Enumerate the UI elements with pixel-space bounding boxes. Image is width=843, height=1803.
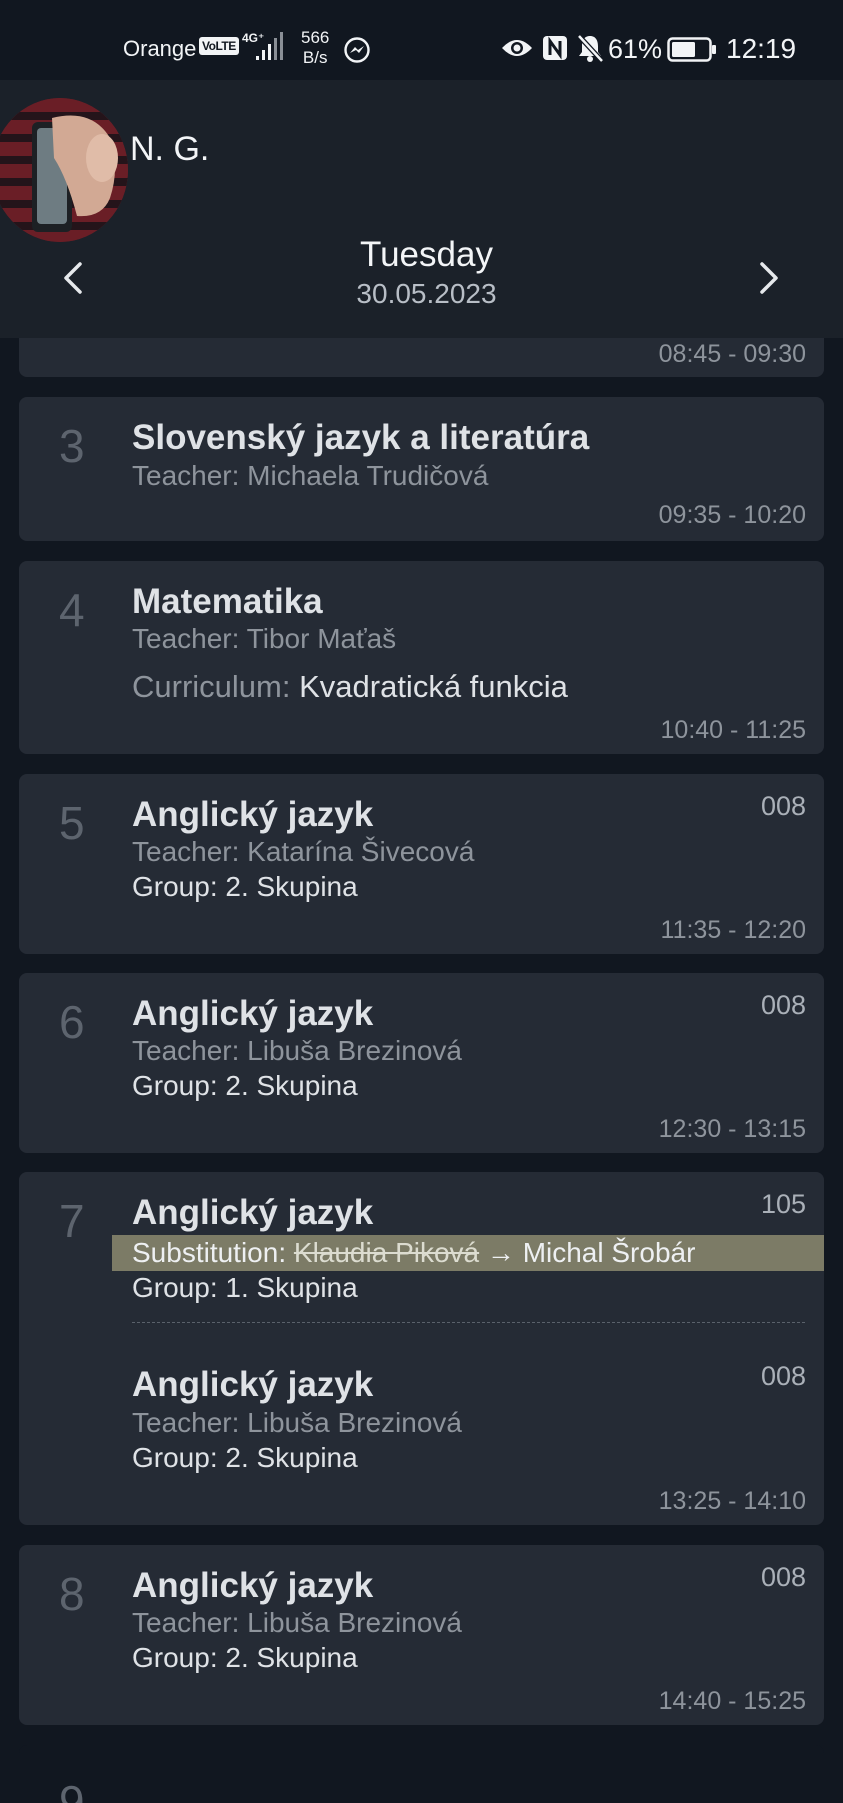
lesson-subject: Slovenský jazyk a literatúra (132, 418, 590, 457)
lesson-card-9[interactable]: 9 (19, 1745, 824, 1803)
lesson-number: 6 (59, 996, 85, 1048)
lesson-subject: Anglický jazyk (132, 994, 374, 1033)
day-name: Tuesday (360, 235, 493, 274)
lesson-card-8[interactable]: 8 Anglický jazyk 008 Teacher: Libuša Bre… (19, 1545, 824, 1725)
lesson-subject: Matematika (132, 582, 323, 621)
lesson-room: 008 (760, 1361, 806, 1391)
battery-percent: 61% (608, 34, 663, 64)
lesson-time: 12:30 - 13:15 (658, 1115, 806, 1143)
lesson-number: 7 (59, 1195, 85, 1247)
lesson-number: 3 (59, 420, 85, 472)
battery-icon (667, 37, 716, 62)
curriculum-value: Kvadratická funkcia (299, 669, 568, 704)
network-speed: 566 B/s (301, 28, 330, 67)
nfc-icon (543, 36, 567, 60)
substitution-new-teacher: Michal Šrobár (522, 1237, 696, 1268)
avatar[interactable] (0, 98, 128, 242)
lesson-teacher: Teacher: Libuša Brezinová (132, 1035, 462, 1066)
lesson-group: Group: 2. Skupina (132, 871, 358, 902)
lesson-time: 09:35 - 10:20 (658, 501, 806, 529)
clock: 12:19 (726, 33, 797, 64)
substitution-old-teacher: Klaudia Piková (293, 1237, 480, 1268)
lesson-time: 11:35 - 12:20 (660, 916, 806, 944)
lesson-subject: Anglický jazyk (132, 1566, 374, 1605)
lesson-card-5[interactable]: 5 Anglický jazyk 008 Teacher: Katarína Š… (19, 774, 824, 954)
signal-icon (256, 32, 283, 60)
carrier-name: Orange (123, 36, 197, 61)
lesson-time: 14:40 - 15:25 (658, 1687, 806, 1715)
user-name: N. G. (130, 130, 210, 168)
day-date: 30.05.2023 (356, 278, 497, 309)
lesson-teacher: Teacher: Katarína Šivecová (132, 836, 475, 867)
messenger-icon (344, 37, 370, 63)
lesson-room: 008 (760, 1562, 806, 1592)
lesson-card-4[interactable]: 4 Matematika Teacher: Tibor Maťaš Curric… (19, 561, 824, 754)
lesson-teacher: Teacher: Libuša Brezinová (132, 1407, 462, 1438)
lesson-room: 105 (760, 1189, 806, 1219)
lesson-group: Group: 2. Skupina (132, 1442, 358, 1473)
substitution-label: Substitution: (132, 1237, 287, 1268)
bell-muted-icon (577, 34, 604, 63)
lesson-number: 5 (59, 797, 85, 849)
status-bar: Orange VoLTE 4G⁺ 566 B/s 61% 12:19 (0, 0, 843, 80)
arrow-right-icon: → (486, 1237, 515, 1268)
lesson-time: 08:45 - 09:30 (658, 340, 806, 368)
lesson-subject: Anglický jazyk (132, 1193, 374, 1232)
avatar-photo (0, 98, 128, 242)
lesson-group: Group: 1. Skupina (132, 1272, 358, 1303)
volte-icon: VoLTE (199, 37, 239, 55)
lesson-time: 10:40 - 11:25 (660, 716, 806, 744)
app-header: N. G. Tuesday 30.05.2023 (0, 80, 843, 338)
group-divider (132, 1322, 805, 1323)
lesson-group: Group: 2. Skupina (132, 1070, 358, 1101)
lesson-room: 008 (760, 791, 806, 821)
curriculum-label: Curriculum: (132, 669, 291, 704)
lesson-teacher: Teacher: Libuša Brezinová (132, 1607, 462, 1638)
lesson-room: 008 (760, 990, 806, 1020)
lesson-card-7[interactable]: 7 Anglický jazyk 105 Substitution: Klaud… (19, 1172, 824, 1525)
lesson-subject: Anglický jazyk (132, 1365, 374, 1404)
lesson-card-3[interactable]: 3 Slovenský jazyk a literatúra Teacher: … (19, 397, 824, 541)
lesson-number: 8 (59, 1568, 85, 1620)
lesson-curriculum: Curriculum: Kvadratická funkcia (132, 669, 568, 705)
lesson-teacher: Teacher: Michaela Trudičová (132, 460, 489, 491)
chevron-right-icon[interactable] (752, 256, 786, 300)
lesson-number: 4 (59, 584, 85, 636)
lesson-group: Group: 2. Skupina (132, 1642, 358, 1673)
lesson-time: 13:25 - 14:10 (658, 1487, 806, 1515)
eye-comfort-icon (502, 40, 532, 56)
lesson-teacher: Teacher: Tibor Maťaš (132, 623, 397, 654)
lesson-number: 9 (59, 1776, 85, 1803)
lesson-card-6[interactable]: 6 Anglický jazyk 008 Teacher: Libuša Bre… (19, 973, 824, 1153)
chevron-left-icon[interactable] (56, 256, 90, 300)
lesson-subject: Anglický jazyk (132, 795, 374, 834)
substitution-banner: Substitution: Klaudia Piková → Michal Šr… (112, 1235, 824, 1271)
